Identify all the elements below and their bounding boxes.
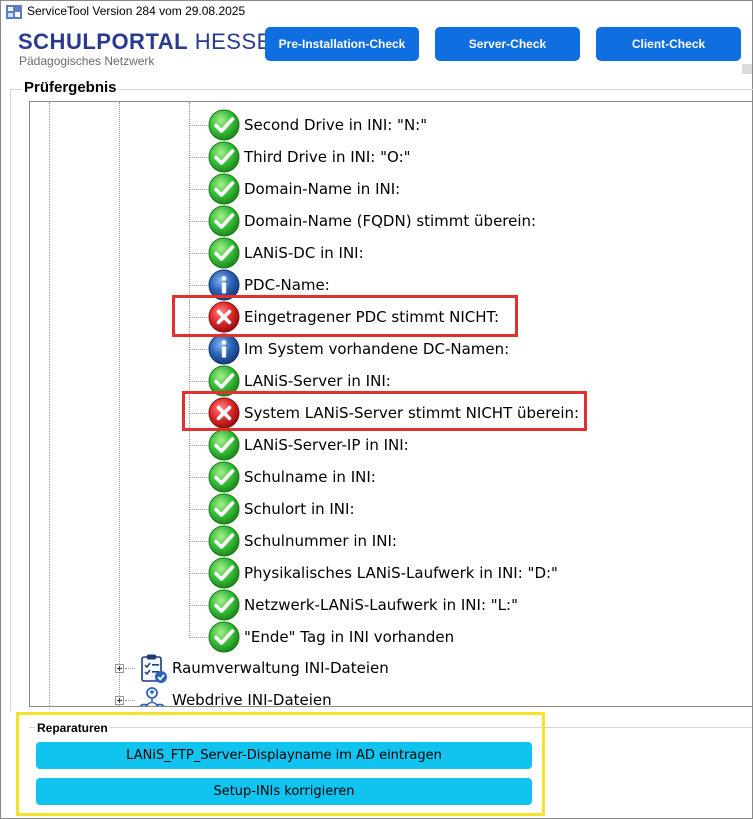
scrollbar-corner[interactable] bbox=[742, 64, 752, 74]
tree-connector bbox=[189, 637, 207, 638]
check-result-row[interactable]: Domain-Name in INI: bbox=[208, 173, 400, 205]
check-icon bbox=[208, 141, 240, 173]
check-result-label: Domain-Name (FQDN) stimmt überein: bbox=[244, 212, 537, 230]
check-result-label: LANiS-Server in INI: bbox=[244, 372, 391, 390]
tree-connector bbox=[189, 573, 207, 574]
app-header: SCHULPORTAL HESSEN Pädagogisches Netzwer… bbox=[1, 23, 752, 73]
check-icon bbox=[208, 493, 240, 525]
check-result-row[interactable]: Im System vorhandene DC-Namen: bbox=[208, 333, 509, 365]
check-result-row[interactable]: Schulort in INI: bbox=[208, 493, 355, 525]
check-icon bbox=[208, 173, 240, 205]
tree-connector bbox=[189, 381, 207, 382]
error-highlight-server bbox=[182, 391, 587, 431]
tree-connector bbox=[189, 445, 207, 446]
tree-guide-line bbox=[189, 102, 190, 638]
check-result-row[interactable]: Domain-Name (FQDN) stimmt überein: bbox=[208, 205, 536, 237]
check-result-label: LANiS-Server-IP in INI: bbox=[244, 436, 409, 454]
check-result-label: LANiS-DC in INI: bbox=[244, 244, 364, 262]
check-result-row[interactable]: "Ende" Tag in INI vorhanden bbox=[208, 621, 454, 653]
tree-connector bbox=[189, 605, 207, 606]
check-result-row[interactable]: Schulname in INI: bbox=[208, 461, 376, 493]
brand-logo: SCHULPORTAL HESSEN bbox=[18, 29, 288, 55]
check-icon bbox=[208, 461, 240, 493]
network-users-icon bbox=[139, 687, 165, 706]
result-group-title: Prüfergebnis bbox=[22, 79, 119, 96]
server-check-button[interactable]: Server-Check bbox=[435, 27, 580, 61]
check-result-label: Im System vorhandene DC-Namen: bbox=[244, 340, 510, 358]
check-result-label: Domain-Name in INI: bbox=[244, 180, 401, 198]
check-icon bbox=[208, 429, 240, 461]
tree-group-label: Raumverwaltung INI-Dateien bbox=[172, 659, 389, 677]
tree-connector bbox=[125, 668, 135, 669]
tree-connector bbox=[189, 157, 207, 158]
check-result-row[interactable]: Schulnummer in INI: bbox=[208, 525, 397, 557]
tree-guide-line bbox=[49, 102, 50, 706]
check-result-row[interactable]: Third Drive in INI: "O:" bbox=[208, 141, 411, 173]
brand-subtitle: Pädagogisches Netzwerk bbox=[19, 54, 155, 68]
check-result-label: Schulort in INI: bbox=[244, 500, 355, 518]
pre-installation-check-button[interactable]: Pre-Installation-Check bbox=[265, 27, 419, 61]
check-result-label: PDC-Name: bbox=[244, 276, 330, 294]
service-tool-window: ServiceTool Version 284 vom 29.08.2025 S… bbox=[0, 0, 753, 819]
brand-name-bold: SCHULPORTAL bbox=[18, 29, 189, 54]
check-result-row[interactable]: LANiS-DC in INI: bbox=[208, 237, 364, 269]
tree-connector bbox=[189, 541, 207, 542]
check-result-row[interactable]: Netzwerk-LANiS-Laufwerk in INI: "L:" bbox=[208, 589, 518, 621]
check-result-label: Physikalisches LANiS-Laufwerk in INI: "D… bbox=[244, 564, 558, 582]
check-result-label: Second Drive in INI: "N:" bbox=[244, 116, 428, 134]
check-result-label: Schulnummer in INI: bbox=[244, 532, 397, 550]
check-icon bbox=[208, 525, 240, 557]
tree-group-label: Webdrive INI-Dateien bbox=[172, 691, 332, 707]
info-icon bbox=[208, 333, 240, 365]
check-result-label: Netzwerk-LANiS-Laufwerk in INI: "L:" bbox=[244, 596, 518, 614]
check-result-row[interactable]: Physikalisches LANiS-Laufwerk in INI: "D… bbox=[208, 557, 558, 589]
check-result-label: "Ende" Tag in INI vorhanden bbox=[244, 628, 455, 646]
check-result-row[interactable]: Second Drive in INI: "N:" bbox=[208, 109, 427, 141]
tree-connector bbox=[125, 700, 135, 701]
check-icon bbox=[208, 205, 240, 237]
app-icon bbox=[6, 5, 22, 19]
title-bar: ServiceTool Version 284 vom 29.08.2025 bbox=[1, 1, 752, 23]
tree-connector bbox=[189, 125, 207, 126]
tree-connector bbox=[189, 285, 207, 286]
check-result-row[interactable]: LANiS-Server-IP in INI: bbox=[208, 429, 409, 461]
tree-expand-toggle[interactable] bbox=[115, 664, 124, 673]
check-result-label: Third Drive in INI: "O:" bbox=[244, 148, 411, 166]
tree-connector bbox=[189, 509, 207, 510]
tree-guide-line bbox=[119, 102, 120, 706]
check-icon bbox=[208, 589, 240, 621]
tree-connector bbox=[189, 477, 207, 478]
check-icon bbox=[208, 621, 240, 653]
tree-connector bbox=[189, 221, 207, 222]
check-icon bbox=[208, 237, 240, 269]
error-highlight-pdc bbox=[172, 295, 518, 337]
tree-group-node[interactable]: Raumverwaltung INI-Dateien bbox=[136, 652, 389, 684]
client-check-button[interactable]: Client-Check bbox=[596, 27, 741, 61]
tree-connector bbox=[189, 189, 207, 190]
tree-connector bbox=[189, 349, 207, 350]
check-icon bbox=[208, 109, 240, 141]
check-result-label: Schulname in INI: bbox=[244, 468, 376, 486]
tree-expand-toggle[interactable] bbox=[115, 696, 124, 705]
check-icon bbox=[208, 557, 240, 589]
tree-connector bbox=[189, 253, 207, 254]
repairs-highlight bbox=[16, 712, 545, 816]
tree-group-node[interactable]: Webdrive INI-Dateien bbox=[136, 684, 332, 707]
clipboard-check-icon bbox=[141, 654, 167, 683]
window-title: ServiceTool Version 284 vom 29.08.2025 bbox=[27, 4, 246, 18]
